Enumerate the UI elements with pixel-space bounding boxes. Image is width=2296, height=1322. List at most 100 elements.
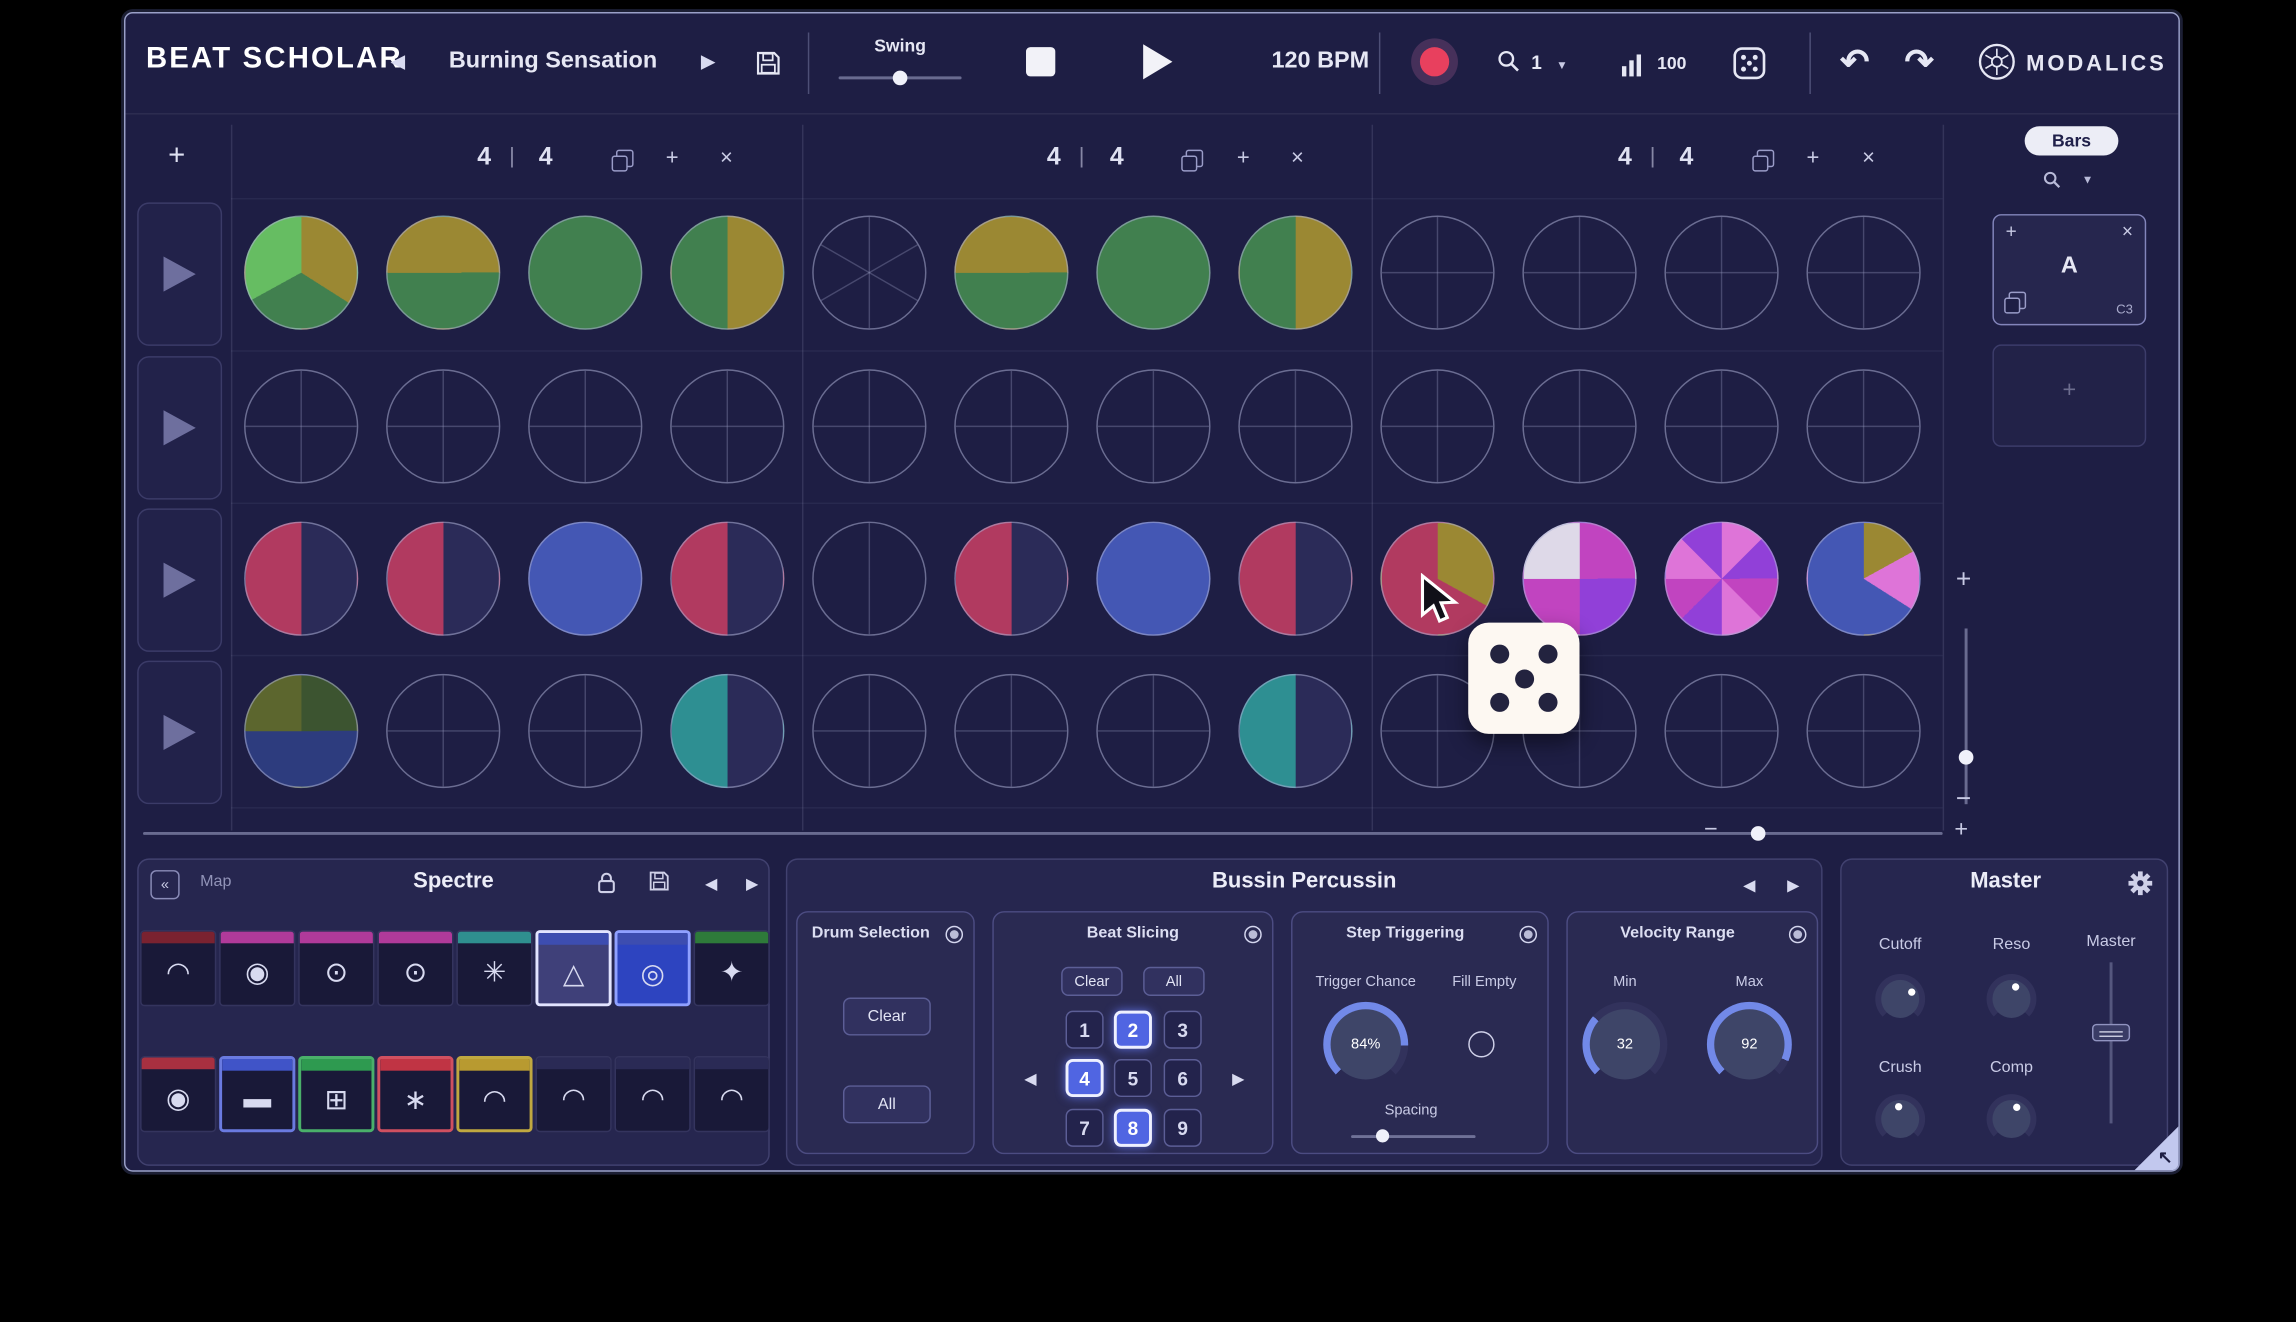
master-fader-track[interactable] — [2110, 962, 2113, 1123]
velocity-range-indicator[interactable] — [1789, 926, 1807, 944]
beat-cell-r3c5[interactable] — [812, 522, 926, 636]
slice-number-9[interactable]: 9 — [1164, 1109, 1202, 1147]
beat-cell-r3c8[interactable] — [1238, 522, 1352, 636]
beat-cell-r2c5[interactable] — [812, 369, 926, 483]
beat-cell-r1c6[interactable] — [954, 216, 1068, 330]
beat-cell-r4c3[interactable] — [528, 674, 642, 788]
zoom-out-vertical[interactable]: − — [1956, 784, 1971, 815]
beat-cell-r4c11[interactable] — [1664, 674, 1778, 788]
beat-cell-r4c1[interactable] — [244, 674, 358, 788]
beat-cell-r4c4[interactable] — [670, 674, 784, 788]
pattern-slot-empty[interactable]: + — [1992, 344, 2146, 447]
remove-section-icon[interactable]: × — [1291, 145, 1304, 170]
time-sig-top[interactable]: 4 — [1612, 142, 1638, 171]
drum-prev-button[interactable]: ◀ — [1736, 872, 1762, 898]
remove-section-icon[interactable]: × — [720, 145, 733, 170]
beat-cell-r2c1[interactable] — [244, 369, 358, 483]
settings-button[interactable] — [2126, 869, 2155, 898]
row-play-button-2[interactable] — [137, 356, 222, 500]
instrument-tile-hihat[interactable]: ◠ — [456, 1056, 532, 1132]
drum-selection-clear-button[interactable]: Clear — [843, 997, 931, 1035]
beat-slicing-indicator[interactable] — [1244, 926, 1262, 944]
beat-cell-r2c9[interactable] — [1380, 369, 1494, 483]
step-triggering-indicator[interactable] — [1519, 926, 1537, 944]
copy-section-icon[interactable] — [616, 150, 634, 168]
pattern-zoom-button[interactable] — [2041, 169, 2064, 192]
copy-section-icon[interactable] — [1186, 150, 1204, 168]
crush-knob[interactable] — [1875, 1094, 1925, 1144]
copy-section-icon[interactable] — [1757, 150, 1775, 168]
instrument-tile-gong[interactable]: ◉ — [140, 1056, 216, 1132]
slice-number-6[interactable]: 6 — [1164, 1059, 1202, 1097]
beat-cell-r2c7[interactable] — [1096, 369, 1210, 483]
instrument-tile-triangle[interactable]: △ — [535, 930, 611, 1006]
undo-button[interactable]: ↶ — [1833, 37, 1877, 87]
comp-knob[interactable] — [1987, 1094, 2037, 1144]
beat-cell-r4c7[interactable] — [1096, 674, 1210, 788]
slice-number-2[interactable]: 2 — [1114, 1011, 1152, 1049]
beat-cell-r3c11[interactable] — [1664, 522, 1778, 636]
slice-number-4[interactable]: 4 — [1066, 1059, 1104, 1097]
record-button[interactable] — [1411, 38, 1458, 85]
cutoff-knob[interactable] — [1875, 974, 1925, 1024]
beat-slicing-clear-button[interactable]: Clear — [1061, 967, 1123, 996]
redo-button[interactable]: ↷ — [1897, 37, 1941, 87]
beat-cell-r3c7[interactable] — [1096, 522, 1210, 636]
instrument-tile-cymbal2[interactable]: ◠ — [535, 1056, 611, 1132]
row-play-button-4[interactable] — [137, 661, 222, 805]
reso-knob[interactable] — [1987, 974, 2037, 1024]
remove-section-icon[interactable]: × — [1862, 145, 1875, 170]
add-section-icon[interactable]: + — [1806, 145, 1819, 170]
beat-cell-r3c1[interactable] — [244, 522, 358, 636]
drum-selection-indicator[interactable] — [945, 926, 963, 944]
slice-number-7[interactable]: 7 — [1066, 1109, 1104, 1147]
drum-next-button[interactable]: ▶ — [1780, 872, 1806, 898]
slice-page-prev[interactable]: ◀ — [1017, 1062, 1043, 1094]
vertical-zoom-slider[interactable] — [1965, 628, 1968, 804]
bars-toggle-button[interactable]: Bars — [2025, 126, 2119, 155]
beat-cell-r2c10[interactable] — [1522, 369, 1636, 483]
time-sig-bottom[interactable]: 4 — [1104, 142, 1130, 171]
velocity-max-knob[interactable]: 92 — [1707, 1002, 1792, 1087]
instrument-tile-coil[interactable]: ◎ — [615, 930, 691, 1006]
beat-cell-r2c3[interactable] — [528, 369, 642, 483]
beat-cell-r4c8[interactable] — [1238, 674, 1352, 788]
beat-cell-r2c12[interactable] — [1806, 369, 1920, 483]
kit-prev-button[interactable]: ◀ — [698, 870, 724, 896]
time-sig-bottom[interactable]: 4 — [1673, 142, 1699, 171]
instrument-tile-cymbal2[interactable]: ◠ — [694, 1056, 770, 1132]
zoom-out-horizontal[interactable]: − — [1704, 817, 1718, 843]
beat-cell-r1c8[interactable] — [1238, 216, 1352, 330]
instrument-tile-drum-kit[interactable]: ⊙ — [377, 930, 453, 1006]
kit-next-button[interactable]: ▶ — [739, 870, 765, 896]
beat-cell-r4c5[interactable] — [812, 674, 926, 788]
slice-number-5[interactable]: 5 — [1114, 1059, 1152, 1097]
spacing-slider[interactable] — [1351, 1135, 1475, 1138]
beat-cell-r1c4[interactable] — [670, 216, 784, 330]
beat-cell-r2c2[interactable] — [386, 369, 500, 483]
beat-cell-r3c6[interactable] — [954, 522, 1068, 636]
save-button[interactable] — [752, 47, 784, 79]
swing-slider-handle[interactable] — [893, 71, 908, 86]
beat-cell-r1c2[interactable] — [386, 216, 500, 330]
slice-number-1[interactable]: 1 — [1066, 1011, 1104, 1049]
beat-cell-r1c10[interactable] — [1522, 216, 1636, 330]
beat-cell-r1c5[interactable] — [812, 216, 926, 330]
beat-cell-r2c4[interactable] — [670, 369, 784, 483]
instrument-tile-cymbal2[interactable]: ◠ — [615, 1056, 691, 1132]
pattern-close-icon[interactable]: × — [2122, 220, 2133, 242]
velocity-meter-button[interactable] — [1616, 50, 1645, 76]
instrument-tile-clap[interactable]: ∗ — [377, 1056, 453, 1132]
beat-slicing-all-button[interactable]: All — [1143, 967, 1205, 996]
pattern-slot-a[interactable]: + × A C3 — [1992, 214, 2146, 325]
horizontal-scrollbar[interactable] — [143, 832, 1943, 835]
beat-cell-r1c9[interactable] — [1380, 216, 1494, 330]
add-track-button[interactable]: + — [158, 136, 196, 174]
time-sig-top[interactable]: 4 — [1041, 142, 1067, 171]
beat-cell-r3c10[interactable] — [1522, 522, 1636, 636]
beat-cell-r2c6[interactable] — [954, 369, 1068, 483]
beat-cell-r3c4[interactable] — [670, 522, 784, 636]
pattern-dropdown[interactable]: ▼ — [2082, 173, 2094, 186]
zoom-in-vertical[interactable]: + — [1956, 564, 1971, 595]
add-section-icon[interactable]: + — [1237, 145, 1250, 170]
